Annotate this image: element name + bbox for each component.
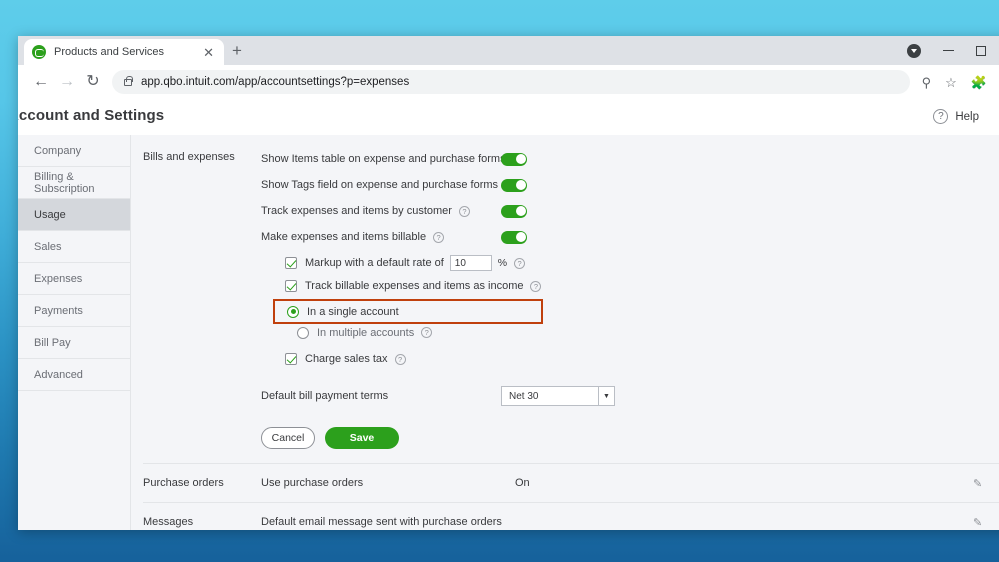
maximize-button[interactable] bbox=[976, 45, 986, 56]
sidebar-item-advanced[interactable]: Advanced bbox=[18, 359, 130, 391]
setting-show-tags-field: Show Tags field on expense and purchase … bbox=[261, 175, 999, 195]
track-billable-label: Track billable expenses and items as inc… bbox=[305, 280, 524, 292]
save-button[interactable]: Save bbox=[325, 427, 399, 449]
page-title: Account and Settings bbox=[18, 107, 165, 124]
row-value: On bbox=[515, 477, 530, 489]
browser-toolbar: ← → ↻ app.qbo.intuit.com/app/accountsett… bbox=[18, 65, 999, 99]
new-tab-button[interactable]: + bbox=[232, 42, 242, 59]
row-description: Default email message sent with purchase… bbox=[261, 516, 502, 528]
markup-rate-row: Markup with a default rate of 10 % ? bbox=[285, 253, 999, 273]
bills-and-expenses-section: Bills and expenses Show Items table on e… bbox=[143, 135, 999, 449]
bookmark-star-icon[interactable]: ☆ bbox=[945, 76, 957, 89]
browser-tab[interactable]: Products and Services ✕ bbox=[24, 39, 224, 65]
sidebar-item-billing-subscription[interactable]: Billing & Subscription bbox=[18, 167, 130, 199]
row-purchase-orders[interactable]: Purchase orders Use purchase orders On ✎ bbox=[143, 464, 999, 503]
sidebar-item-sales[interactable]: Sales bbox=[18, 231, 130, 263]
radio-in-multiple-accounts[interactable]: In multiple accounts ? bbox=[297, 324, 999, 341]
toggle-track-expenses-by-customer[interactable] bbox=[501, 204, 527, 218]
payment-terms-select[interactable]: Net 30 bbox=[501, 386, 599, 406]
pencil-icon[interactable]: ✎ bbox=[973, 516, 985, 529]
sidebar-item-company[interactable]: Company bbox=[18, 135, 130, 167]
row-label: Purchase orders bbox=[143, 477, 224, 489]
close-icon[interactable]: ✕ bbox=[201, 46, 216, 59]
help-label: Help bbox=[955, 110, 979, 123]
single-account-highlight-box: In a single account bbox=[273, 299, 543, 324]
info-icon[interactable]: ? bbox=[530, 280, 542, 292]
setting-label: Track expenses and items by customer bbox=[261, 205, 452, 217]
browser-window: Products and Services ✕ + ← → ↻ app.qbo.… bbox=[18, 36, 999, 530]
markup-label: Markup with a default rate of bbox=[305, 257, 444, 269]
url-text: app.qbo.intuit.com/app/accountsettings?p… bbox=[141, 76, 410, 88]
back-icon[interactable]: ← bbox=[28, 74, 54, 90]
percent-symbol: % bbox=[497, 257, 508, 269]
radio-label: In a single account bbox=[307, 305, 399, 318]
page-content: Account and Settings ? Help Company Bill… bbox=[18, 99, 999, 530]
setting-label: Show Tags field on expense and purchase … bbox=[261, 179, 499, 191]
tab-title: Products and Services bbox=[54, 46, 165, 58]
radio-button-unselected[interactable] bbox=[297, 326, 309, 339]
charge-sales-tax-row: Charge sales tax ? bbox=[285, 349, 999, 369]
pencil-icon[interactable]: ✎ bbox=[973, 477, 985, 490]
setting-label: Show Items table on expense and purchase… bbox=[261, 153, 506, 165]
info-icon[interactable]: ? bbox=[514, 257, 526, 269]
sidebar-item-payments[interactable]: Payments bbox=[18, 295, 130, 327]
toggle-show-items-table[interactable] bbox=[501, 152, 527, 166]
toggle-make-expenses-billable[interactable] bbox=[501, 230, 527, 244]
question-circle-icon: ? bbox=[933, 109, 949, 124]
info-icon[interactable]: ? bbox=[394, 353, 406, 365]
info-icon[interactable]: ? bbox=[421, 327, 433, 338]
sidebar-item-expenses[interactable]: Expenses bbox=[18, 263, 130, 295]
toolbar-icons: ⚲ ☆ 🧩 S bbox=[916, 74, 999, 91]
row-description: Use purchase orders bbox=[261, 477, 364, 489]
info-icon[interactable]: ? bbox=[458, 205, 470, 217]
radio-label: In multiple accounts bbox=[317, 326, 415, 339]
reload-icon[interactable]: ↻ bbox=[80, 74, 106, 90]
toggle-show-tags-field[interactable] bbox=[501, 178, 527, 192]
forward-icon[interactable]: → bbox=[54, 74, 80, 90]
section-label: Bills and expenses bbox=[143, 151, 235, 163]
payment-terms-label: Default bill payment terms bbox=[261, 390, 389, 402]
track-billable-checkbox[interactable] bbox=[285, 280, 297, 292]
help-link[interactable]: ? Help bbox=[933, 109, 979, 124]
radio-in-a-single-account[interactable]: In a single account bbox=[287, 303, 541, 320]
info-icon[interactable]: ? bbox=[433, 231, 445, 243]
setting-show-items-table: Show Items table on expense and purchase… bbox=[261, 149, 999, 169]
form-actions: Cancel Save bbox=[261, 427, 999, 449]
browser-tabstrip: Products and Services ✕ + bbox=[18, 36, 999, 65]
page-header: Account and Settings ? Help bbox=[18, 99, 999, 135]
minimize-button[interactable] bbox=[943, 49, 954, 52]
charge-sales-tax-checkbox[interactable] bbox=[285, 353, 297, 365]
radio-button-selected[interactable] bbox=[287, 305, 299, 318]
row-label: Messages bbox=[143, 516, 194, 528]
address-bar[interactable]: app.qbo.intuit.com/app/accountsettings?p… bbox=[112, 70, 910, 94]
markup-rate-input[interactable]: 10 bbox=[449, 255, 492, 271]
row-messages[interactable]: Messages Default email message sent with… bbox=[143, 503, 999, 530]
setting-label: Make expenses and items billable bbox=[261, 231, 427, 243]
track-billable-income-row: Track billable expenses and items as inc… bbox=[285, 276, 999, 296]
cancel-button[interactable]: Cancel bbox=[261, 427, 315, 449]
default-bill-payment-terms-row: Default bill payment terms Net 30 ▼ bbox=[261, 385, 999, 407]
chevron-down-icon[interactable]: ▼ bbox=[599, 386, 615, 406]
lock-icon bbox=[124, 75, 134, 86]
sidebar-item-bill-pay[interactable]: Bill Pay bbox=[18, 327, 130, 359]
sidebar-item-usage[interactable]: Usage bbox=[18, 199, 130, 231]
setting-make-expenses-billable: Make expenses and items billable ? bbox=[261, 227, 999, 247]
extensions-icon[interactable]: 🧩 bbox=[971, 76, 987, 89]
settings-sidebar: Company Billing & Subscription Usage Sal… bbox=[18, 135, 130, 530]
markup-checkbox[interactable] bbox=[285, 257, 297, 269]
charge-sales-tax-label: Charge sales tax bbox=[305, 353, 388, 365]
search-icon[interactable]: ⚲ bbox=[922, 76, 932, 89]
window-controls bbox=[907, 36, 999, 65]
setting-track-expenses-by-customer: Track expenses and items by customer ? bbox=[261, 201, 999, 221]
downloads-icon[interactable] bbox=[907, 43, 921, 58]
settings-content: Bills and expenses Show Items table on e… bbox=[130, 135, 999, 530]
quickbooks-favicon bbox=[32, 45, 46, 59]
